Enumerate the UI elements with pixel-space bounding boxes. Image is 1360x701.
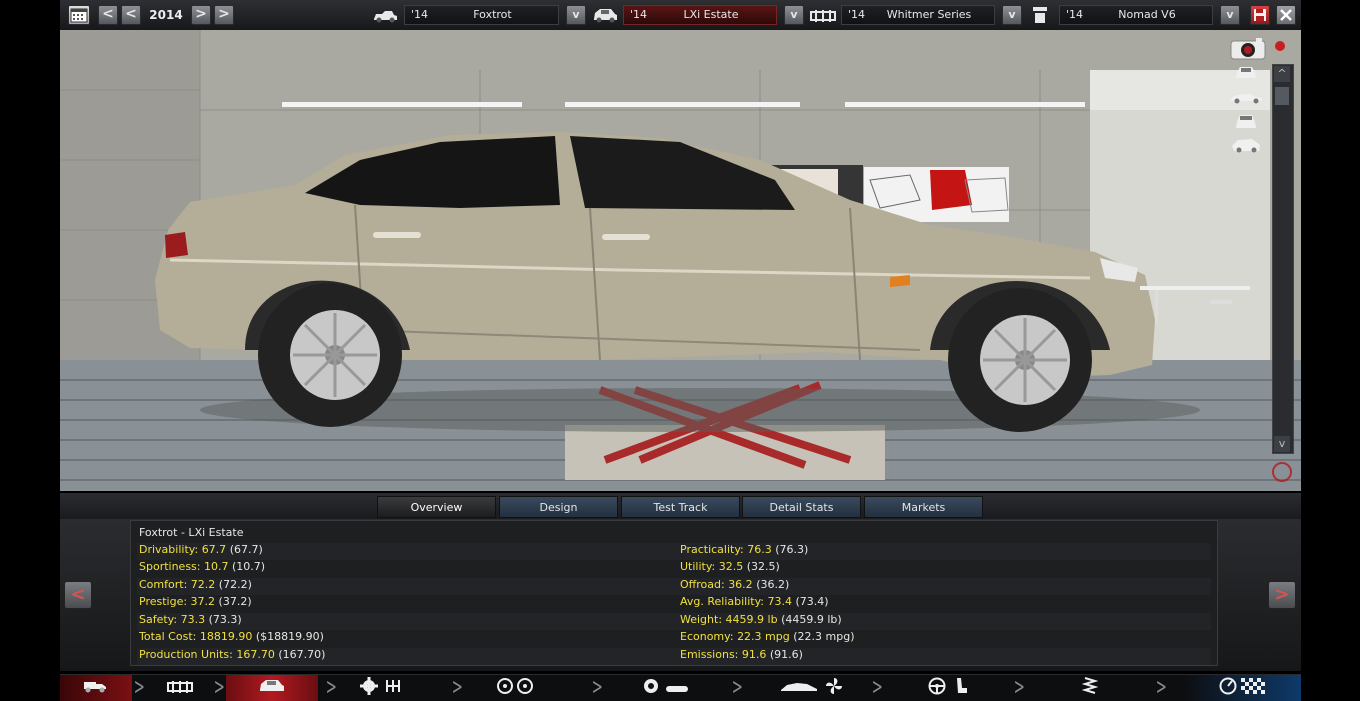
truck-icon	[82, 678, 110, 698]
stat-production-units: Production Units: 167.70 (167.70)	[139, 648, 326, 661]
nav-wheels[interactable]	[480, 675, 550, 701]
stat-emissions: Emissions: 91.6 (91.6)	[680, 648, 803, 661]
stat-practicality: Practicality: 76.3 (76.3)	[680, 543, 809, 556]
chassis-year: '14	[848, 8, 866, 21]
chevron-right-icon: >	[1155, 675, 1167, 700]
nav-testing[interactable]	[1184, 675, 1301, 701]
wheel-icon	[517, 678, 533, 698]
wheel-icon	[497, 678, 513, 698]
tab-bar: Overview Design Test Track Detail Stats …	[60, 493, 1301, 519]
nav-aero[interactable]	[756, 675, 866, 701]
front-wheel	[948, 288, 1092, 432]
scroll-up-button[interactable]: ^	[1274, 66, 1290, 82]
car-trim-select[interactable]: '14 LXi Estate	[623, 5, 777, 25]
car-model-icon	[372, 8, 398, 28]
close-icon[interactable]	[1276, 5, 1296, 25]
stat-total-cost: Total Cost: 18819.90 ($18819.90)	[139, 630, 324, 643]
steering-wheel-icon	[928, 677, 946, 699]
car-model-name: Foxtrot	[473, 8, 512, 21]
stat-safety: Safety: 73.3 (73.3)	[139, 613, 242, 626]
stat-prestige: Prestige: 37.2 (37.2)	[139, 595, 252, 608]
garage-scene	[60, 30, 1301, 491]
rear-wheel	[258, 283, 402, 427]
scroll-down-button[interactable]: v	[1274, 436, 1290, 452]
panel-title: Foxtrot - LXi Estate	[139, 526, 244, 539]
engine-icon	[1031, 5, 1049, 29]
year-prev-fast-button[interactable]: <	[98, 5, 118, 25]
tab-design[interactable]: Design	[499, 496, 618, 518]
car-3d-viewport[interactable]: ^ v	[60, 30, 1301, 491]
car-trim-name: LXi Estate	[683, 8, 739, 21]
fan-icon	[825, 677, 843, 699]
car-side-icon	[779, 679, 819, 698]
stat-utility: Utility: 32.5 (32.5)	[680, 560, 780, 573]
view-scrollbar[interactable]: ^ v	[1272, 64, 1294, 454]
previous-arrow-button[interactable]: <	[64, 581, 92, 609]
brake-pad-icon	[665, 679, 689, 698]
year-next-fast-button[interactable]: >	[214, 5, 234, 25]
chevron-right-icon: >	[213, 675, 225, 700]
nav-interior[interactable]	[908, 675, 988, 701]
tab-markets[interactable]: Markets	[864, 496, 983, 518]
chevron-right-icon: >	[871, 675, 883, 700]
stat-economy: Economy: 22.3 mpg (22.3 mpg)	[680, 630, 855, 643]
engine-dropdown-button[interactable]: v	[1220, 5, 1240, 25]
tab-overview[interactable]: Overview	[377, 496, 496, 518]
next-arrow-button[interactable]: >	[1268, 581, 1296, 609]
chassis-icon	[810, 8, 836, 27]
chassis-name: Whitmer Series	[886, 8, 972, 21]
car-model-year: '14	[411, 8, 429, 21]
year-display: 2014	[149, 8, 183, 22]
bottom-navigation: > > > > > > > > >	[60, 674, 1301, 701]
stat-weight: Weight: 4459.9 lb (4459.9 lb)	[680, 613, 842, 626]
year-prev-button[interactable]: <	[121, 5, 141, 25]
car-body-icon	[258, 677, 286, 699]
nav-brakes[interactable]	[620, 675, 712, 701]
nav-suspension[interactable]	[1050, 675, 1130, 701]
nav-body[interactable]	[226, 675, 318, 701]
engine-select[interactable]: '14 Nomad V6	[1059, 5, 1213, 25]
car-model-dropdown-button[interactable]: v	[566, 5, 586, 25]
chevron-right-icon: >	[1013, 675, 1025, 700]
stat-comfort: Comfort: 72.2 (72.2)	[139, 578, 252, 591]
chevron-right-icon: >	[731, 675, 743, 700]
year-next-button[interactable]: >	[191, 5, 211, 25]
gear-icon	[360, 677, 378, 699]
engine-name: Nomad V6	[1118, 8, 1176, 21]
nav-drivetrain[interactable]	[346, 675, 418, 701]
brake-disc-icon	[643, 678, 659, 698]
save-icon[interactable]	[1250, 5, 1270, 25]
stat-avg-reliability: Avg. Reliability: 73.4 (73.4)	[680, 595, 829, 608]
transmission-icon	[384, 678, 404, 698]
overview-panel: Foxtrot - LXi Estate Drivability: 67.7 (…	[130, 520, 1218, 666]
seat-icon	[954, 677, 968, 699]
calendar-icon[interactable]	[68, 5, 90, 25]
stat-offroad: Offroad: 36.2 (36.2)	[680, 578, 790, 591]
checkered-flag-icon	[1240, 678, 1267, 698]
chassis-icon	[166, 679, 194, 698]
car-trim-year: '14	[630, 8, 648, 21]
car-model-select[interactable]: '14 Foxtrot	[404, 5, 559, 25]
spring-icon	[1081, 676, 1099, 700]
tab-test-track[interactable]: Test Track	[621, 496, 740, 518]
stat-drivability: Drivability: 67.7 (67.7)	[139, 543, 263, 556]
chassis-select[interactable]: '14 Whitmer Series	[841, 5, 995, 25]
chevron-right-icon: >	[451, 675, 463, 700]
tab-detail-stats[interactable]: Detail Stats	[742, 496, 861, 518]
engine-year: '14	[1066, 8, 1084, 21]
chassis-dropdown-button[interactable]: v	[1002, 5, 1022, 25]
car-trim-dropdown-button[interactable]: v	[784, 5, 804, 25]
chevron-right-icon: >	[325, 675, 337, 700]
chevron-right-icon: >	[591, 675, 603, 700]
nav-chassis[interactable]	[144, 675, 216, 701]
gauge-icon	[1219, 677, 1237, 699]
stat-sportiness: Sportiness: 10.7 (10.7)	[139, 560, 266, 573]
top-toolbar: < < 2014 > > '14 Foxtrot v '14 LXi Estat…	[60, 0, 1301, 31]
scroll-thumb[interactable]	[1275, 87, 1289, 105]
nav-car-model[interactable]	[60, 675, 132, 701]
car-trim-icon	[592, 6, 618, 28]
